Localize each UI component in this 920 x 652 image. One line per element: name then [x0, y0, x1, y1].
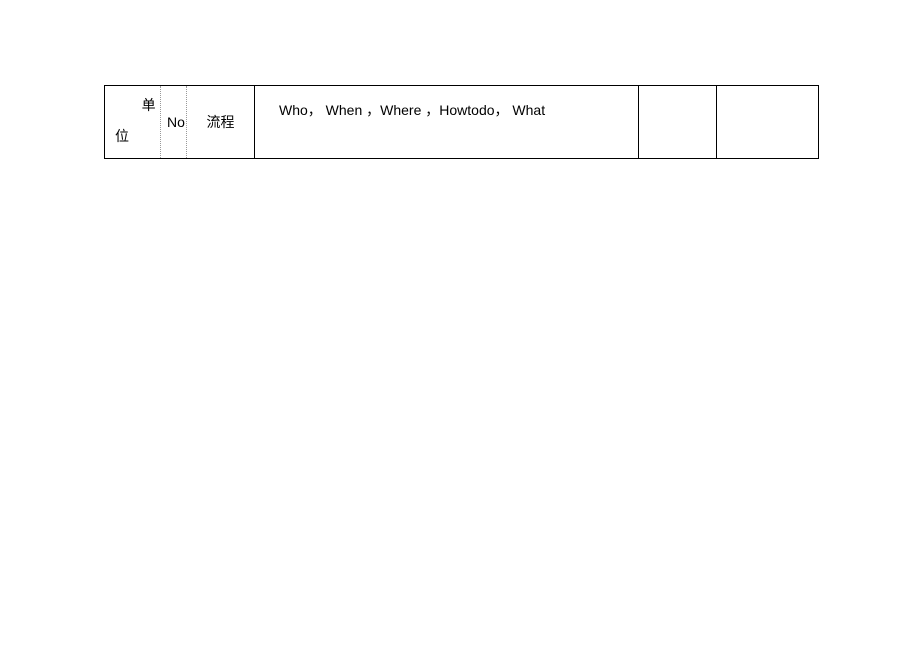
- process-table-wrapper: 单 位 No 流程 Who， When ，Where ，Howtodo， Wha…: [104, 85, 818, 159]
- unit-label-line2: 位: [115, 123, 154, 154]
- process-table: 单 位 No 流程 Who， When ，Where ，Howtodo， Wha…: [104, 85, 819, 159]
- table-header-row: 单 位 No 流程 Who， When ，Where ，Howtodo， Wha…: [105, 86, 819, 159]
- header-cell-blank2: [717, 86, 819, 159]
- header-cell-blank1: [639, 86, 717, 159]
- header-cell-no: No: [161, 86, 187, 159]
- header-cell-unit: 单 位: [105, 86, 161, 159]
- header-cell-detail: Who， When ，Where ，Howtodo， What: [255, 86, 639, 159]
- unit-label-line1: 单: [115, 92, 154, 123]
- header-cell-flow: 流程: [187, 86, 255, 159]
